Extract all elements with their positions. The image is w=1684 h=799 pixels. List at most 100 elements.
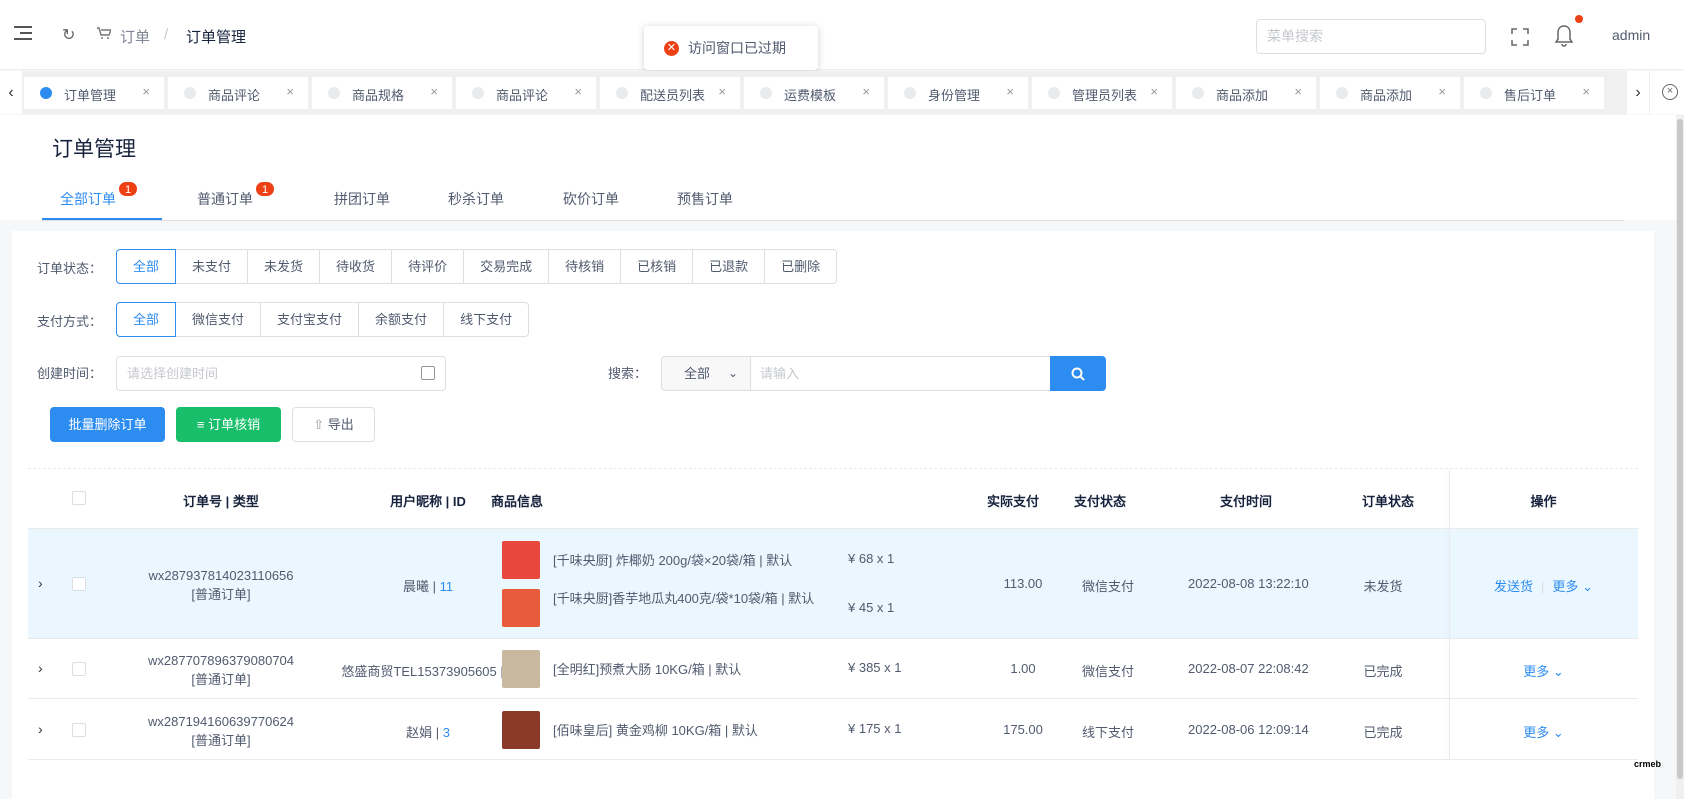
col-product: 商品信息 (491, 494, 544, 509)
tab-seckill-orders[interactable]: 秒杀订单 (448, 189, 504, 209)
tab-group-orders[interactable]: 拼团订单 (334, 189, 390, 209)
tab-page-8[interactable]: 商品添加 × (1176, 77, 1316, 109)
tab-page-5[interactable]: 运费模板 × (744, 77, 884, 109)
pay-option-4[interactable]: 线下支付 (443, 302, 530, 337)
status-option-1[interactable]: 未支付 (175, 249, 249, 284)
calendar-icon (421, 366, 435, 380)
tab-page-1[interactable]: 商品评论 × (168, 77, 308, 109)
pay-time: 2022-08-07 22:08:42 (1188, 661, 1309, 676)
breadcrumb-parent[interactable]: 订单 (120, 26, 150, 47)
more-button[interactable]: 更多 ⌄ (1523, 664, 1564, 679)
scrollbar-thumb[interactable] (1677, 119, 1683, 779)
user-cell: 晨曦 | 11 (402, 579, 454, 594)
user-name[interactable]: admin (1612, 27, 1650, 43)
close-icon[interactable]: × (1438, 84, 1446, 99)
pay-option-2[interactable]: 支付宝支付 (260, 302, 360, 337)
row-actions: 更多 ⌄ (1449, 661, 1638, 680)
product-name: [千味央厨]香芋地瓜丸400克/袋*10袋/箱 | 默认 (553, 591, 815, 606)
product-price: ¥ 175 x 1 (848, 720, 902, 736)
tab-page-4[interactable]: 配送员列表 × (600, 77, 740, 109)
col-user: 用户昵称 | ID (390, 494, 466, 509)
menu-toggle-icon[interactable] (14, 26, 32, 42)
breadcrumb-current: 订单管理 (186, 29, 247, 46)
tab-page-6[interactable]: 身份管理 × (888, 77, 1028, 109)
table-row[interactable]: › wx287194160639770624 [普通订单] 赵娟 | 3 [佰味皇后] … (28, 699, 1638, 760)
close-all-tags-icon[interactable]: × (1662, 84, 1678, 100)
create-time-picker[interactable]: 请选择创建时间 (116, 356, 446, 391)
status-option-0[interactable]: 全部 (116, 249, 177, 284)
fullscreen-icon[interactable] (1511, 28, 1529, 46)
pay-option-1[interactable]: 微信支付 (175, 302, 262, 337)
tab-bargain-orders[interactable]: 砍价订单 (563, 189, 619, 209)
table-row[interactable]: › wx287707896379080704 [普通订单] 悠盛商贸TEL153739… (28, 639, 1638, 699)
tab-page-9[interactable]: 商品添加 × (1320, 77, 1460, 109)
bell-icon[interactable] (1554, 24, 1574, 48)
more-button[interactable]: 更多 ⌄ (1523, 725, 1564, 740)
status-option-5[interactable]: 交易完成 (463, 249, 550, 284)
user-id[interactable]: 3 (443, 725, 450, 740)
paid-amount: 175.00 (1003, 721, 1043, 737)
tab-normal-orders[interactable]: 普通订单 1 (197, 181, 275, 209)
expand-row-icon[interactable]: › (38, 575, 43, 591)
ship-button[interactable]: 发送货 (1494, 579, 1533, 594)
menu-search-input[interactable]: 菜单搜索 (1256, 19, 1486, 54)
row-checkbox[interactable] (72, 662, 86, 676)
close-icon[interactable]: × (1582, 84, 1590, 99)
tab-page-10[interactable]: 售后订单 × (1464, 77, 1604, 109)
search-input[interactable]: 请输入 (750, 356, 1062, 391)
order-status: 未发货 (1363, 579, 1403, 594)
paid-amount: 1.00 (1010, 661, 1036, 676)
more-button[interactable]: 更多 ⌄ (1552, 579, 1593, 594)
tag-label: 配送员列表 (640, 88, 706, 103)
status-option-3[interactable]: 待收货 (319, 249, 393, 284)
status-filter-label: 订单状态： (37, 261, 103, 276)
page-scrollbar[interactable] (1676, 115, 1684, 799)
status-option-6[interactable]: 待核销 (548, 249, 622, 284)
close-icon[interactable]: × (1150, 84, 1158, 99)
tags-prev-icon[interactable]: ‹ (0, 71, 22, 114)
order-status: 已完成 (1363, 664, 1403, 679)
pay-option-3[interactable]: 余额支付 (358, 302, 445, 337)
col-pay-status: 支付状态 (1074, 494, 1127, 509)
tab-page-0[interactable]: 订单管理 × (24, 77, 164, 109)
status-option-2[interactable]: 未发货 (247, 249, 321, 284)
search-type-select[interactable]: 全部 ⌄ (661, 356, 751, 391)
tab-page-7[interactable]: 管理员列表 × (1032, 77, 1172, 109)
user-nickname: 悠盛商贸TEL15373905605 (341, 664, 497, 679)
close-icon[interactable]: × (1294, 84, 1302, 99)
close-icon[interactable]: × (718, 84, 726, 99)
export-button[interactable]: ⇧ 导出 (292, 407, 375, 442)
expand-row-icon[interactable]: › (38, 721, 43, 737)
select-all-checkbox[interactable] (72, 491, 86, 505)
close-icon[interactable]: × (1006, 84, 1014, 99)
refresh-icon[interactable]: ↻ (62, 25, 75, 45)
status-option-8[interactable]: 已退款 (692, 249, 766, 284)
pay-option-0[interactable]: 全部 (116, 302, 177, 337)
close-icon[interactable]: × (862, 84, 870, 99)
close-icon[interactable]: × (574, 84, 582, 99)
time-filter-label: 创建时间： (37, 366, 103, 381)
close-icon[interactable]: × (430, 84, 438, 99)
status-option-9[interactable]: 已删除 (764, 249, 838, 284)
col-paid: 实际支付 (987, 494, 1040, 509)
expand-row-icon[interactable]: › (38, 660, 43, 676)
close-icon[interactable]: × (286, 84, 294, 99)
error-icon: ✕ (664, 40, 679, 56)
search-button[interactable] (1050, 356, 1106, 391)
verify-order-button[interactable]: ≡ 订单核销 (176, 407, 281, 442)
tab-all-orders[interactable]: 全部订单 1 (60, 181, 138, 209)
close-icon[interactable]: × (142, 84, 150, 99)
table-row[interactable]: › wx287937814023110656 [普通订单] 晨曦 | 11 [千味央厨]… (28, 529, 1638, 639)
tab-presale-orders[interactable]: 预售订单 (677, 189, 733, 209)
status-option-4[interactable]: 待评价 (391, 249, 465, 284)
user-nickname: 晨曦 (402, 579, 429, 594)
status-option-7[interactable]: 已核销 (620, 249, 694, 284)
tab-page-3[interactable]: 商品评论 × (456, 77, 596, 109)
user-id[interactable]: 11 (440, 579, 454, 594)
tab-page-2[interactable]: 商品规格 × (312, 77, 452, 109)
tags-next-icon[interactable]: › (1627, 71, 1649, 114)
row-checkbox[interactable] (72, 722, 86, 737)
batch-delete-button[interactable]: 批量删除订单 (50, 407, 165, 442)
row-checkbox[interactable] (72, 577, 86, 591)
create-time-placeholder: 请选择创建时间 (127, 366, 219, 381)
